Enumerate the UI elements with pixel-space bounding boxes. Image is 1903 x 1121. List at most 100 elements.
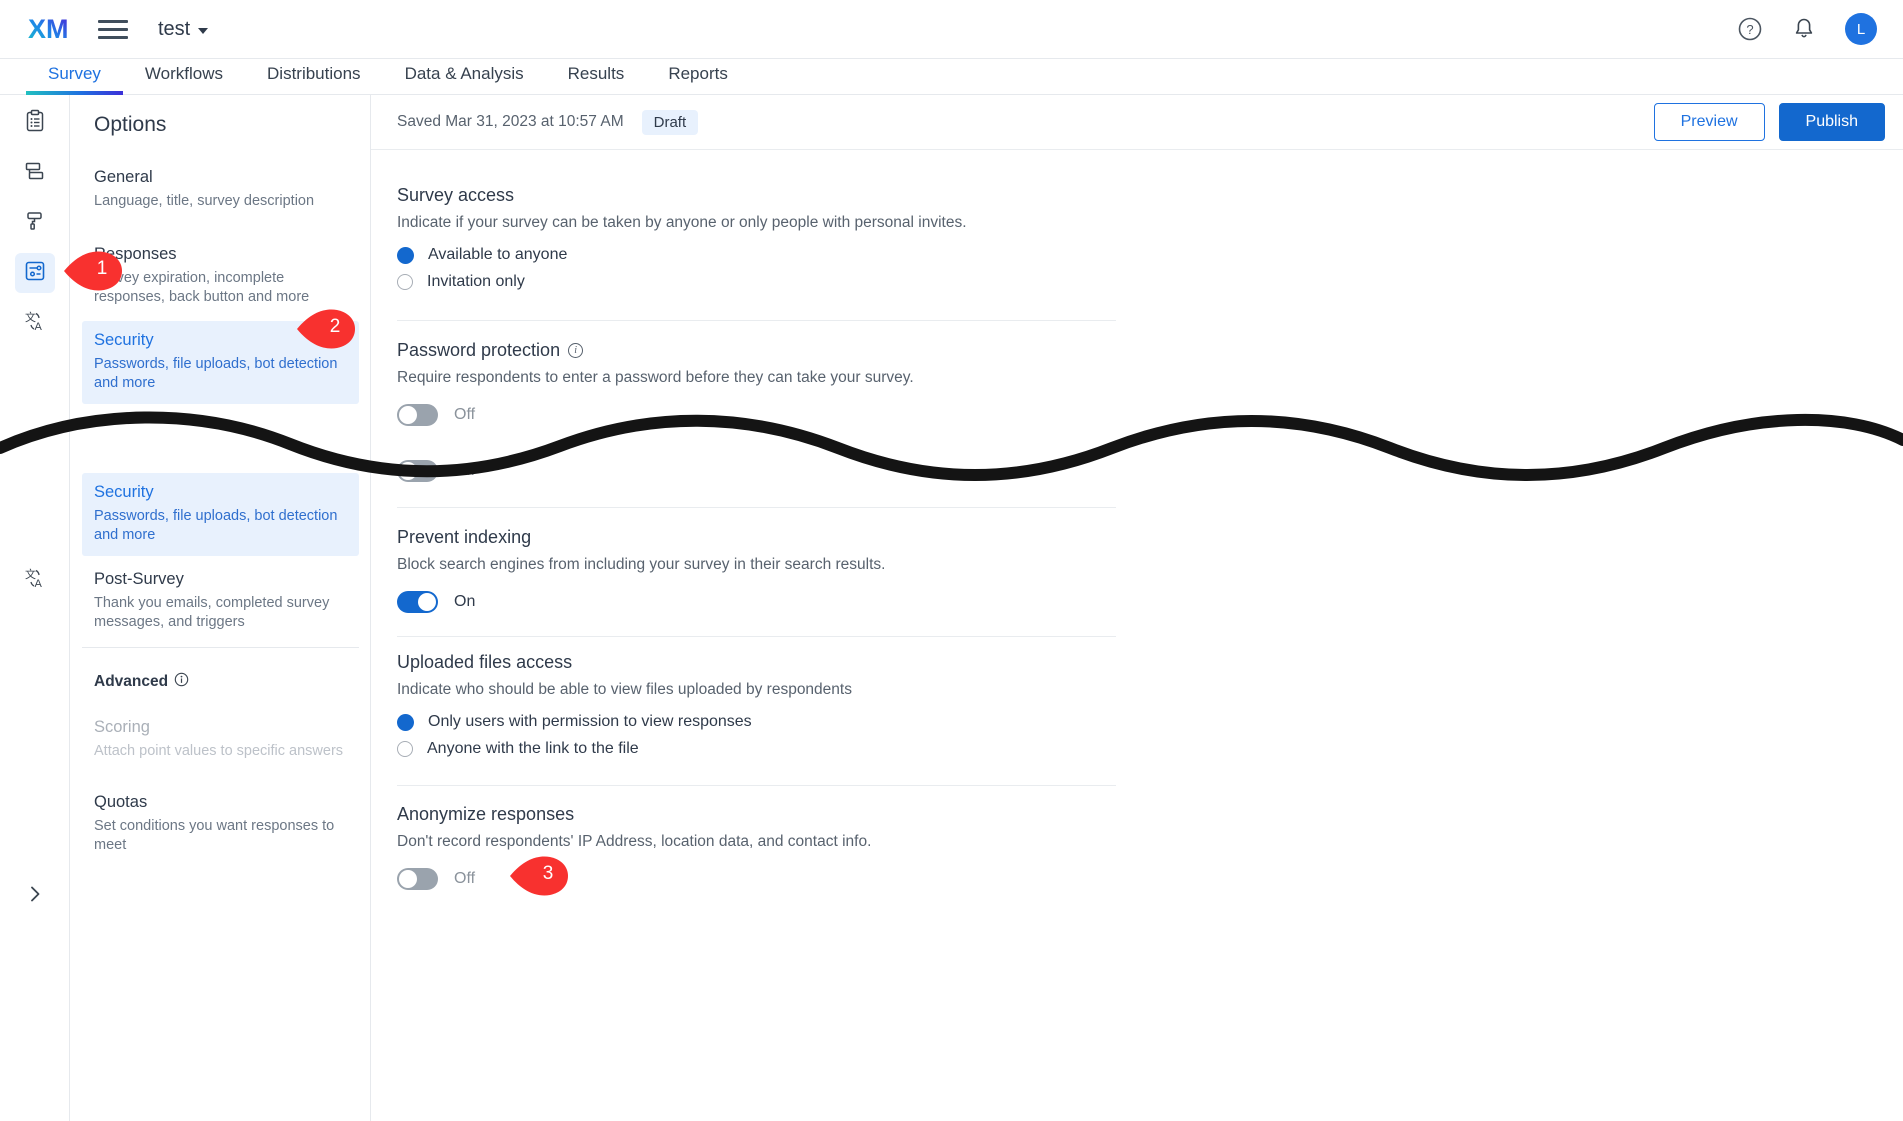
- section-divider: [397, 785, 1116, 786]
- callout-marker-number: 3: [542, 863, 554, 884]
- toggle-switch[interactable]: [397, 404, 438, 426]
- section-subtitle: Block search engines from including your…: [397, 556, 886, 573]
- preview-button[interactable]: Preview: [1653, 103, 1765, 141]
- callout-marker-2: 2: [295, 308, 357, 350]
- radio-option-anyone-with-link[interactable]: Anyone with the link to the file: [397, 740, 1116, 758]
- options-item-title: Post-Survey: [94, 570, 184, 588]
- section-subtitle: Don't record respondents' IP Address, lo…: [397, 833, 872, 850]
- toggle-prevent-indexing-row[interactable]: On: [397, 591, 1116, 613]
- rail-item-translations-duplicate[interactable]: 文 A: [15, 560, 55, 600]
- options-item-title: Quotas: [94, 793, 148, 811]
- rail-expand-button[interactable]: [22, 883, 48, 909]
- callout-marker-number: 2: [329, 316, 341, 337]
- rail-item-translations[interactable]: 文 A: [15, 303, 55, 343]
- toggle-switch[interactable]: [397, 460, 438, 482]
- top-bar: XM test ? L: [0, 0, 1903, 59]
- tab-distributions[interactable]: Distributions: [245, 59, 383, 93]
- callout-marker-number: 1: [96, 258, 108, 279]
- info-circle-icon: [174, 672, 189, 692]
- help-icon[interactable]: ?: [1737, 16, 1763, 42]
- radio-button[interactable]: [397, 713, 414, 731]
- project-name-dropdown[interactable]: test: [158, 18, 209, 41]
- options-panel-title: Options: [94, 113, 167, 136]
- section-divider: [397, 507, 1116, 508]
- xm-logo[interactable]: XM: [28, 13, 74, 45]
- tab-results[interactable]: Results: [546, 59, 647, 93]
- radio-button[interactable]: [397, 741, 413, 757]
- section-divider: [397, 636, 1116, 637]
- toggle-hidden-row[interactable]: Off: [397, 460, 1116, 482]
- radio-button[interactable]: [397, 274, 413, 290]
- paint-roller-icon: [23, 209, 47, 238]
- options-item-quotas[interactable]: Quotas Set conditions you want responses…: [82, 783, 359, 866]
- toggle-password-protection-row[interactable]: Off: [397, 404, 1116, 426]
- section-survey-access: Survey access Indicate if your survey ca…: [397, 185, 1116, 291]
- user-avatar[interactable]: L: [1845, 13, 1877, 45]
- rail-item-survey-flow[interactable]: [15, 153, 55, 193]
- primary-tab-bar: Survey Workflows Distributions Data & An…: [0, 59, 1903, 95]
- radio-button[interactable]: [397, 246, 414, 264]
- section-title-row: Password protection i: [397, 340, 1116, 361]
- notifications-bell-icon[interactable]: [1791, 16, 1817, 42]
- options-advanced-heading: Advanced: [94, 672, 189, 692]
- section-title: Uploaded files access: [397, 652, 573, 672]
- publish-button[interactable]: Publish: [1778, 103, 1885, 141]
- radio-label: Only users with permission to view respo…: [428, 713, 752, 730]
- options-item-subtitle: Set conditions you want responses to mee…: [94, 818, 335, 853]
- qualtrics-survey-options-page: XM test ? L Survey Workflows Distributio…: [0, 0, 1903, 1121]
- rail-item-survey-builder[interactable]: [15, 103, 55, 143]
- info-circle-icon[interactable]: i: [568, 343, 584, 358]
- clipboard-list-icon: [23, 109, 47, 138]
- svg-text:A: A: [35, 578, 43, 590]
- toggle-state-label: On: [454, 593, 476, 610]
- toggle-switch[interactable]: [397, 591, 438, 613]
- flow-blocks-icon: [23, 159, 47, 188]
- options-item-general[interactable]: General Language, title, survey descript…: [82, 158, 359, 222]
- section-title: Anonymize responses: [397, 804, 575, 824]
- section-password-protection: Password protection i Require respondent…: [397, 340, 1116, 426]
- chevron-right-icon: [25, 884, 45, 909]
- options-item-scoring[interactable]: Scoring Attach point values to specific …: [82, 708, 359, 772]
- tab-reports[interactable]: Reports: [646, 59, 750, 93]
- avatar-initial: L: [1856, 20, 1866, 38]
- translate-icon: 文 A: [23, 309, 47, 338]
- options-item-title: Responses: [94, 245, 177, 263]
- svg-text:?: ?: [1746, 22, 1753, 37]
- radio-option-available-to-anyone[interactable]: Available to anyone: [397, 246, 1116, 264]
- callout-marker-1: 1: [62, 250, 124, 292]
- toggle-state-label: Off: [454, 406, 476, 423]
- status-badge: Draft: [641, 109, 699, 135]
- radio-label: Invitation only: [427, 273, 525, 290]
- options-item-post-survey[interactable]: Post-Survey Thank you emails, completed …: [82, 560, 359, 643]
- header-actions: Preview Publish: [1653, 103, 1885, 141]
- section-title: Prevent indexing: [397, 527, 532, 547]
- hamburger-menu-icon[interactable]: [98, 17, 128, 41]
- options-panel-divider: [82, 647, 359, 648]
- rail-item-survey-options[interactable]: [15, 253, 55, 293]
- options-advanced-label: Advanced: [94, 673, 169, 690]
- toggle-anonymize-responses-row[interactable]: Off: [397, 868, 1116, 890]
- saved-timestamp: Saved Mar 31, 2023 at 10:57 AM: [397, 113, 624, 130]
- section-uploaded-files-access: Uploaded files access Indicate who shoul…: [397, 652, 1116, 758]
- sliders-options-icon: [23, 259, 47, 288]
- tab-data-and-analysis[interactable]: Data & Analysis: [383, 59, 546, 93]
- main-content: Saved Mar 31, 2023 at 10:57 AM Draft Pre…: [371, 95, 1903, 1121]
- tab-workflows[interactable]: Workflows: [123, 59, 245, 93]
- options-item-title: Security: [94, 483, 154, 501]
- section-prevent-indexing: Prevent indexing Block search engines fr…: [397, 527, 1116, 613]
- options-item-security-duplicate[interactable]: Security Passwords, file uploads, bot de…: [82, 473, 359, 556]
- section-anonymize-responses: Anonymize responses Don't record respond…: [397, 804, 1116, 890]
- callout-marker-3: 3: [508, 855, 570, 897]
- options-item-subtitle: Thank you emails, completed survey messa…: [94, 595, 330, 630]
- options-item-title: General: [94, 168, 153, 186]
- rail-item-look-and-feel[interactable]: [15, 203, 55, 243]
- svg-text:XM: XM: [28, 14, 69, 44]
- tab-survey[interactable]: Survey: [26, 59, 123, 95]
- toggle-switch[interactable]: [397, 868, 438, 890]
- radio-option-invitation-only[interactable]: Invitation only: [397, 273, 1116, 291]
- options-item-subtitle: Passwords, file uploads, bot detection a…: [94, 508, 338, 543]
- section-title: Password protection: [397, 340, 561, 360]
- radio-label: Anyone with the link to the file: [427, 740, 639, 757]
- toggle-state-label: Off: [454, 462, 476, 479]
- radio-option-only-users-with-permission[interactable]: Only users with permission to view respo…: [397, 713, 1116, 731]
